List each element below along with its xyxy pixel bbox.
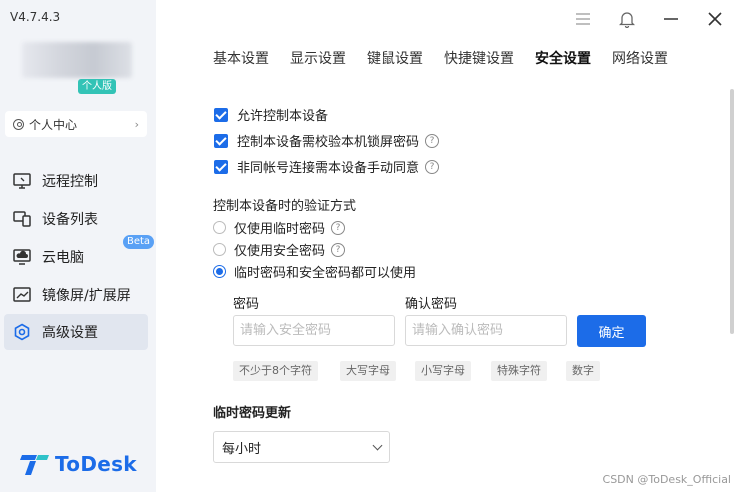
settings-tabs: 基本设置 显示设置 键鼠设置 快捷键设置 安全设置 网络设置	[213, 48, 689, 68]
avatar[interactable]	[22, 42, 132, 78]
sidebar-item-mirror-screen[interactable]: 镜像屏/扩展屏	[4, 277, 148, 313]
bell-icon	[619, 12, 635, 28]
auth-mode-both[interactable]: 临时密码和安全密码都可以使用	[213, 262, 416, 281]
sidebar-item-label: 镜像屏/扩展屏	[42, 288, 131, 304]
checkbox[interactable]	[214, 133, 228, 148]
radio-button[interactable]	[213, 221, 226, 234]
window-controls	[553, 8, 729, 30]
temp-update-select[interactable]: 每小时	[213, 431, 390, 463]
option-verify-lock-password[interactable]: 控制本设备需校验本机锁屏密码 ?	[214, 131, 440, 150]
tab-display-settings[interactable]: 显示设置	[290, 48, 346, 68]
radio-label: 仅使用安全密码	[234, 244, 326, 259]
menu-icon	[576, 13, 590, 25]
todesk-logo: ToDesk	[20, 452, 137, 476]
help-icon[interactable]: ?	[331, 242, 346, 257]
close-icon	[708, 12, 722, 26]
rule-tag: 大写字母	[340, 361, 396, 381]
gear-icon	[12, 323, 32, 341]
rule-tag: 数字	[566, 361, 600, 381]
menu-button[interactable]	[569, 8, 597, 30]
logo-mark-icon	[20, 455, 49, 475]
chevron-down-icon	[372, 440, 383, 450]
temp-update-title: 临时密码更新	[213, 406, 292, 421]
help-icon[interactable]: ?	[425, 159, 440, 174]
minimize-icon	[664, 18, 678, 20]
personal-center-button[interactable]: 个人中心 ›	[5, 111, 147, 137]
password-label: 密码	[233, 297, 260, 312]
option-label: 允许控制本设备	[237, 109, 329, 124]
minimize-button[interactable]	[657, 8, 685, 30]
sidebar-item-label: 远程控制	[42, 174, 98, 190]
close-button[interactable]	[701, 8, 729, 30]
auth-mode-secure-only[interactable]: 仅使用安全密码 ?	[213, 240, 346, 259]
option-label: 控制本设备需校验本机锁屏密码	[237, 135, 420, 150]
scrollbar[interactable]	[730, 89, 734, 334]
watermark: CSDN @ToDesk_Official	[602, 473, 731, 486]
checkbox[interactable]	[214, 159, 228, 174]
edition-badge: 个人版	[78, 79, 116, 94]
option-label: 非同帐号连接需本设备手动同意	[237, 161, 420, 176]
password-input[interactable]	[233, 315, 395, 346]
auth-mode-temp-only[interactable]: 仅使用临时密码 ?	[213, 218, 346, 237]
radio-label: 仅使用临时密码	[234, 222, 326, 237]
sidebar-item-device-list[interactable]: 设备列表	[4, 201, 148, 237]
confirm-password-input[interactable]	[405, 315, 567, 346]
sidebar-item-label: 设备列表	[42, 212, 98, 228]
sidebar-item-remote-control[interactable]: 远程控制	[4, 163, 148, 199]
option-manual-approve[interactable]: 非同帐号连接需本设备手动同意 ?	[214, 157, 440, 176]
tab-network-settings[interactable]: 网络设置	[612, 48, 668, 68]
tab-keyboard-mouse-settings[interactable]: 键鼠设置	[367, 48, 423, 68]
help-icon[interactable]: ?	[425, 133, 440, 148]
radio-button-selected[interactable]	[213, 265, 226, 278]
app-version: V4.7.4.3	[10, 10, 61, 24]
radio-label: 临时密码和安全密码都可以使用	[234, 266, 417, 281]
beta-badge: Beta	[123, 235, 155, 249]
help-icon[interactable]: ?	[331, 220, 346, 235]
radio-button[interactable]	[213, 243, 226, 256]
user-icon	[13, 118, 24, 130]
confirm-password-label: 确认密码	[405, 297, 458, 312]
option-allow-control[interactable]: 允许控制本设备	[214, 105, 328, 124]
sidebar-item-advanced-settings[interactable]: 高级设置	[4, 314, 148, 350]
tab-shortcut-settings[interactable]: 快捷键设置	[444, 48, 514, 68]
checkbox[interactable]	[214, 107, 228, 122]
tab-basic-settings[interactable]: 基本设置	[213, 48, 269, 68]
chevron-right-icon: ›	[134, 117, 139, 131]
tab-security-settings[interactable]: 安全设置	[535, 48, 591, 68]
personal-center-label: 个人中心	[29, 117, 78, 132]
mirror-screen-icon	[12, 286, 32, 304]
sidebar-item-label: 高级设置	[42, 325, 98, 341]
notifications-button[interactable]	[613, 8, 641, 30]
devices-icon	[12, 210, 32, 228]
confirm-button[interactable]: 确定	[577, 315, 646, 347]
rule-tag: 特殊字符	[491, 361, 547, 381]
rule-tag: 小写字母	[415, 361, 471, 381]
cloud-pc-icon	[12, 248, 32, 266]
sidebar-item-label: 云电脑	[42, 250, 84, 266]
select-value: 每小时	[222, 441, 262, 457]
logo-text: ToDesk	[55, 452, 137, 476]
monitor-icon	[12, 172, 32, 190]
auth-mode-title: 控制本设备时的验证方式	[213, 199, 357, 214]
rule-tag: 不少于8个字符	[233, 361, 318, 381]
sidebar: V4.7.4.3 个人版 个人中心 › 远程控制 设备列表 云电脑 Beta 镜…	[0, 0, 156, 492]
